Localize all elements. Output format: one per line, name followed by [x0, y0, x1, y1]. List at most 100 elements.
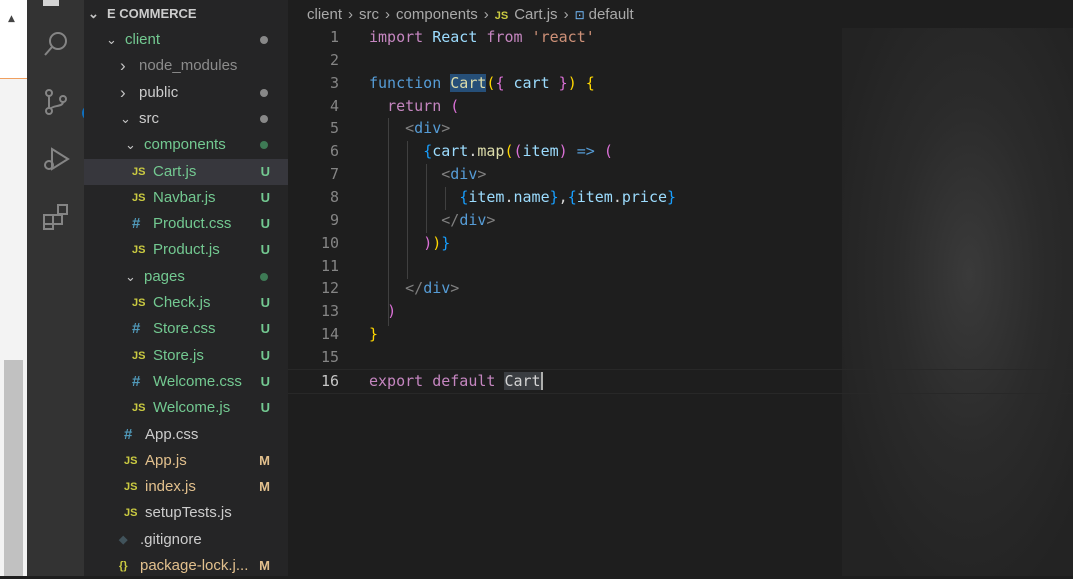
code-line[interactable]: 5 <div> [288, 117, 1073, 140]
file-row[interactable]: JS Product.js U [84, 237, 288, 263]
breadcrumb-file[interactable]: Cart.js [514, 5, 557, 25]
js-file-icon: JS [132, 297, 146, 309]
code-line[interactable]: 1 import React from 'react' [288, 26, 1073, 49]
indent-guide [445, 187, 446, 210]
workspace-root[interactable]: ⌄ E COMMERCE [84, 1, 288, 27]
tree-item-label: src [139, 109, 159, 127]
git-change-dot [260, 141, 268, 150]
line-number: 14 [320, 325, 339, 344]
explorer-icon[interactable] [43, 0, 59, 6]
file-row[interactable]: JS Cart.js U [84, 158, 288, 185]
file-row[interactable]: JS Check.js U [84, 290, 288, 316]
tree-item-label: index.js [145, 478, 196, 496]
code-text[interactable]: {item.name},{item.price} [369, 186, 676, 209]
line-number: 1 [329, 28, 339, 46]
code-line[interactable]: 4 return ( [288, 95, 1073, 118]
code-text[interactable]: <div> [369, 117, 450, 140]
js-file-icon: JS [124, 454, 138, 467]
tree-item-label: pages [144, 267, 185, 285]
code-line[interactable]: 8 {item.name},{item.price} [288, 186, 1073, 209]
line-number: 5 [329, 119, 339, 138]
run-debug-icon[interactable] [27, 135, 84, 183]
search-icon[interactable] [27, 20, 84, 68]
code-line[interactable]: 6 {cart.map((item) => ( [288, 140, 1073, 163]
scrollbar-thumb[interactable] [4, 360, 23, 576]
source-control-icon[interactable] [27, 78, 84, 126]
folder-row[interactable]: › node_modules [84, 53, 288, 79]
folder-row[interactable]: ⌄ pages [84, 264, 288, 290]
file-row[interactable]: JS App.js M [84, 448, 288, 474]
tree-item-label: components [144, 136, 226, 154]
code-line[interactable]: 13 ) [288, 300, 1073, 323]
code-line[interactable]: 9 </div> [288, 209, 1073, 232]
git-change-dot [260, 36, 268, 44]
chevron-right-icon: › [120, 56, 126, 76]
git-status-badge: U [260, 163, 270, 179]
code-text[interactable]: ))} [369, 232, 450, 255]
line-number: 13 [320, 302, 339, 321]
file-row[interactable]: JS Navbar.js U [84, 185, 288, 211]
js-file-icon: JS [132, 191, 146, 204]
folder-row[interactable]: ⌄ client [84, 27, 288, 53]
tree-item-label: Store.css [153, 320, 216, 338]
code-text[interactable]: {cart.map((item) => ( [369, 140, 613, 163]
indent-guide [407, 141, 408, 279]
code-line[interactable]: 15 [288, 346, 1073, 369]
git-status-badge: U [260, 373, 270, 389]
file-row[interactable]: # Welcome.css U [84, 369, 288, 395]
code-text[interactable]: return ( [369, 95, 459, 118]
file-row[interactable]: JS Welcome.js U [84, 395, 288, 421]
file-row[interactable]: # App.css [84, 422, 288, 448]
breadcrumb-client[interactable]: client [307, 5, 342, 25]
file-row[interactable]: JS Store.js U [84, 343, 288, 369]
tree-item-label: .gitignore [140, 530, 202, 548]
tree-item-label: node_modules [139, 57, 238, 75]
workspace-root-label: E COMMERCE [107, 6, 197, 21]
code-text[interactable]: </div> [369, 277, 459, 300]
git-status-badge: U [260, 189, 270, 205]
tree-item-label: Welcome.js [153, 399, 231, 417]
js-file-icon: JS [124, 507, 138, 520]
symbol-icon: ⊡ [574, 8, 585, 22]
code-line[interactable]: 7 <div> [288, 163, 1073, 186]
code-text[interactable]: export default Cart [369, 370, 543, 393]
code-text[interactable]: ) [369, 300, 396, 323]
folder-row[interactable]: ⌄ components [84, 132, 288, 158]
folder-row[interactable]: › public [84, 80, 288, 106]
file-row[interactable]: ◆ .gitignore [84, 527, 288, 553]
breadcrumb-symbol[interactable]: default [589, 5, 634, 25]
git-change-dot [260, 114, 268, 123]
code-line[interactable]: 16 export default Cart [288, 368, 1073, 394]
code-line[interactable]: 11 [288, 255, 1073, 278]
git-status-badge: U [260, 321, 270, 337]
code-text[interactable]: function Cart({ cart }) { [369, 72, 595, 95]
tree-item-label: Cart.js [153, 162, 197, 180]
code-line[interactable]: 2 [288, 49, 1073, 72]
tree-item-label: Check.js [153, 294, 211, 311]
line-number: 15 [320, 347, 339, 366]
extensions-icon[interactable] [27, 193, 84, 241]
chevron-down-icon: ⌄ [120, 110, 131, 126]
scroll-up-arrow-icon[interactable]: ▲ [8, 14, 15, 24]
line-number: 4 [329, 96, 339, 115]
tree-item-label: package-lock.j... [140, 557, 249, 574]
file-row[interactable]: JS setupTests.js [84, 500, 288, 526]
folder-row[interactable]: ⌄ src [84, 106, 288, 132]
file-row[interactable]: # Store.css U [84, 316, 288, 342]
code-line[interactable]: 3 function Cart({ cart }) { [288, 72, 1073, 95]
code-text[interactable]: } [369, 323, 378, 346]
file-row[interactable]: JS index.js M [84, 474, 288, 500]
code-line[interactable]: 14} [288, 323, 1073, 346]
code-line[interactable]: 12 </div> [288, 277, 1073, 300]
git-status-badge: U [260, 347, 270, 363]
breadcrumb-components[interactable]: components [396, 5, 478, 25]
file-row[interactable]: {} package-lock.j... M [84, 553, 288, 579]
breadcrumb-src[interactable]: src [359, 5, 379, 25]
file-row[interactable]: # Product.css U [84, 211, 288, 237]
code-text[interactable]: import React from 'react' [369, 26, 595, 49]
code-line[interactable]: 10 ))} [288, 232, 1073, 255]
line-number: 2 [329, 50, 339, 69]
code-text[interactable]: <div> [369, 163, 486, 186]
js-file-icon: JS [132, 349, 146, 362]
js-file-icon: JS [494, 10, 509, 22]
